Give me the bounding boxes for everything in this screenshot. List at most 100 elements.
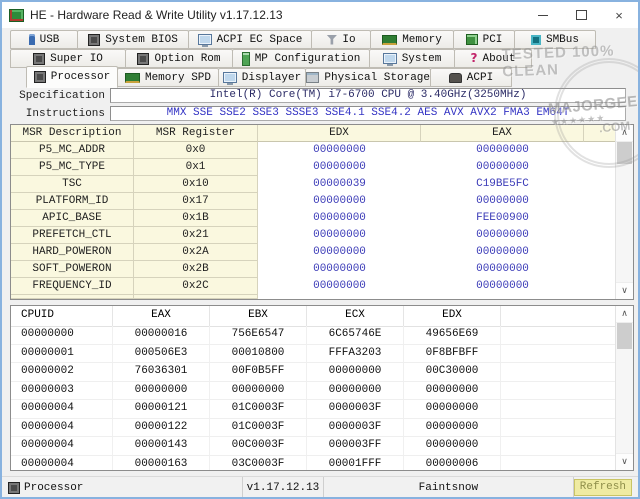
msr-scrollbar-thumb[interactable]	[617, 142, 632, 164]
app-icon	[9, 9, 24, 22]
tab-physical-storage[interactable]: Physical Storage	[305, 68, 431, 87]
tab-usb[interactable]: USB	[10, 30, 78, 49]
tab-pci[interactable]: PCI	[453, 30, 515, 49]
msr-scrollbar[interactable]: ∧ ∨	[615, 125, 633, 299]
msr-table-row[interactable]: FREQUENCY_ID0x2C0000000000000000	[11, 278, 616, 295]
cpuid-cell: 00000004	[11, 456, 113, 471]
cpuid-table-row[interactable]: 000000040000012201C0003F0000003F00000000	[11, 419, 616, 438]
msr-description-cell: SOFT_POWERON	[11, 261, 134, 278]
refresh-button[interactable]: Refresh	[574, 479, 632, 496]
disk-icon	[306, 72, 319, 83]
msr-register-cell	[134, 295, 258, 299]
tab-memory-spd[interactable]: Memory SPD	[117, 68, 219, 87]
eax-cell: 00000163	[113, 456, 210, 471]
cpuid-header-edx[interactable]: EDX	[404, 306, 501, 326]
status-page-label: Processor	[24, 482, 83, 494]
status-bar: Processor v1.17.12.13 Faintsnow Refresh	[2, 476, 638, 498]
msr-eax-cell: 00000000	[421, 227, 584, 244]
msr-header-register[interactable]: MSR Register	[134, 125, 258, 142]
instructions-label: Instructions	[8, 108, 105, 120]
tab-smbus[interactable]: SMBus	[514, 30, 596, 49]
row-filler	[501, 419, 616, 437]
scroll-down-icon[interactable]: ∨	[616, 282, 633, 299]
stick-icon	[242, 52, 250, 66]
ebx-cell: 756E6547	[210, 326, 307, 344]
eax-cell: 00000122	[113, 419, 210, 437]
msr-header-description[interactable]: MSR Description	[11, 125, 134, 142]
msr-table-row[interactable]: APIC_BASE0x1B00000000FEE00900	[11, 210, 616, 227]
msr-description-cell: APIC_BASE	[11, 210, 134, 227]
scroll-up-icon[interactable]: ∧	[616, 306, 633, 323]
tab-acpi-ec-space[interactable]: ACPI EC Space	[188, 30, 312, 49]
cpuid-table-row[interactable]: 000000040000016303C0003F00001FFF00000006	[11, 456, 616, 471]
tab-displayer[interactable]: Displayer	[218, 68, 306, 87]
tab-row-3: Processor Memory SPD Displayer Physical …	[26, 68, 511, 87]
msr-table-row[interactable]	[11, 295, 616, 299]
close-button[interactable]: ×	[600, 2, 638, 28]
msr-table-row[interactable]: P5_MC_ADDR0x00000000000000000	[11, 142, 616, 159]
msr-header-eax[interactable]: EAX	[421, 125, 584, 142]
eax-cell: 00000016	[113, 326, 210, 344]
tab-label: Io	[342, 34, 355, 46]
usb-icon	[29, 34, 35, 45]
cpuid-header-eax[interactable]: EAX	[113, 306, 210, 326]
cpuid-cell: 00000004	[11, 437, 113, 455]
tab-label: Memory	[402, 34, 442, 46]
cpuid-header-ecx[interactable]: ECX	[307, 306, 404, 326]
msr-table-row[interactable]: P5_MC_TYPE0x10000000000000000	[11, 159, 616, 176]
cpuid-header-ebx[interactable]: EBX	[210, 306, 307, 326]
tab-memory[interactable]: Memory	[370, 30, 454, 49]
msr-eax-cell: 00000000	[421, 142, 584, 159]
tab-mp-configuration[interactable]: MP Configuration	[232, 49, 370, 68]
ecx-cell: 6C65746E	[307, 326, 404, 344]
monitor-icon	[223, 72, 237, 83]
row-filler	[501, 400, 616, 418]
tab-system[interactable]: System	[369, 49, 455, 68]
tab-label: USB	[40, 34, 60, 46]
cpuid-table-row[interactable]: 00000001000506E300010800FFFA32030F8BFBFF	[11, 345, 616, 364]
row-filler	[501, 382, 616, 400]
edx-cell: 0F8BFBFF	[404, 345, 501, 363]
cpuid-scrollbar-thumb[interactable]	[617, 323, 632, 349]
scroll-up-icon[interactable]: ∧	[616, 125, 633, 142]
cpuid-table-row[interactable]: 000000040000014300C0003F000003FF00000000	[11, 437, 616, 456]
tab-option-rom[interactable]: Option Rom	[125, 49, 233, 68]
specification-field[interactable]: Intel(R) Core(TM) i7-6700 CPU @ 3.40GHz(…	[110, 88, 626, 103]
msr-edx-cell: 00000000	[258, 159, 421, 176]
tab-about[interactable]: About	[454, 49, 532, 68]
edx-cell: 00000000	[404, 382, 501, 400]
msr-table-row[interactable]: HARD_POWERON0x2A0000000000000000	[11, 244, 616, 261]
scroll-down-icon[interactable]: ∨	[616, 453, 633, 470]
cpuid-table-row[interactable]: 0000000300000000000000000000000000000000	[11, 382, 616, 401]
cpu-icon	[34, 71, 46, 83]
msr-description-cell: P5_MC_TYPE	[11, 159, 134, 176]
ecx-cell: 0000003F	[307, 400, 404, 418]
msr-description-cell: PLATFORM_ID	[11, 193, 134, 210]
cpuid-header-cpuid[interactable]: CPUID	[11, 306, 113, 326]
cpuid-table-row[interactable]: 000000027603630100F0B5FF0000000000C30000	[11, 363, 616, 382]
msr-header-edx[interactable]: EDX	[258, 125, 421, 142]
tab-acpi[interactable]: ACPI	[430, 68, 512, 87]
msr-register-cell: 0x0	[134, 142, 258, 159]
status-section-page: Processor	[2, 477, 242, 498]
msr-description-cell: HARD_POWERON	[11, 244, 134, 261]
msr-table-row[interactable]: PLATFORM_ID0x170000000000000000	[11, 193, 616, 210]
tab-label: ACPI EC Space	[217, 34, 303, 46]
msr-register-cell: 0x1	[134, 159, 258, 176]
cpuid-table-row[interactable]: 000000040000012101C0003F0000003F00000000	[11, 400, 616, 419]
msr-table-row[interactable]: TSC0x1000000039C19BE5FC	[11, 176, 616, 193]
msr-eax-cell: 00000000	[421, 244, 584, 261]
ebx-cell: 00010800	[210, 345, 307, 363]
tab-processor[interactable]: Processor	[26, 66, 118, 88]
msr-edx-cell: 00000000	[258, 142, 421, 159]
msr-register-cell: 0x2A	[134, 244, 258, 261]
tab-system-bios[interactable]: System BIOS	[77, 30, 189, 49]
msr-table-row[interactable]: SOFT_POWERON0x2B0000000000000000	[11, 261, 616, 278]
cpuid-table-row[interactable]: 0000000000000016756E65476C65746E49656E69	[11, 326, 616, 345]
msr-table-row[interactable]: PREFETCH_CTL0x210000000000000000	[11, 227, 616, 244]
cpuid-scrollbar[interactable]: ∧ ∨	[615, 306, 633, 470]
maximize-button[interactable]	[562, 2, 600, 28]
tab-io[interactable]: Io	[311, 30, 371, 49]
instructions-field[interactable]: MMX SSE SSE2 SSE3 SSSE3 SSE4.1 SSE4.2 AE…	[110, 106, 626, 121]
minimize-button[interactable]	[524, 2, 562, 28]
